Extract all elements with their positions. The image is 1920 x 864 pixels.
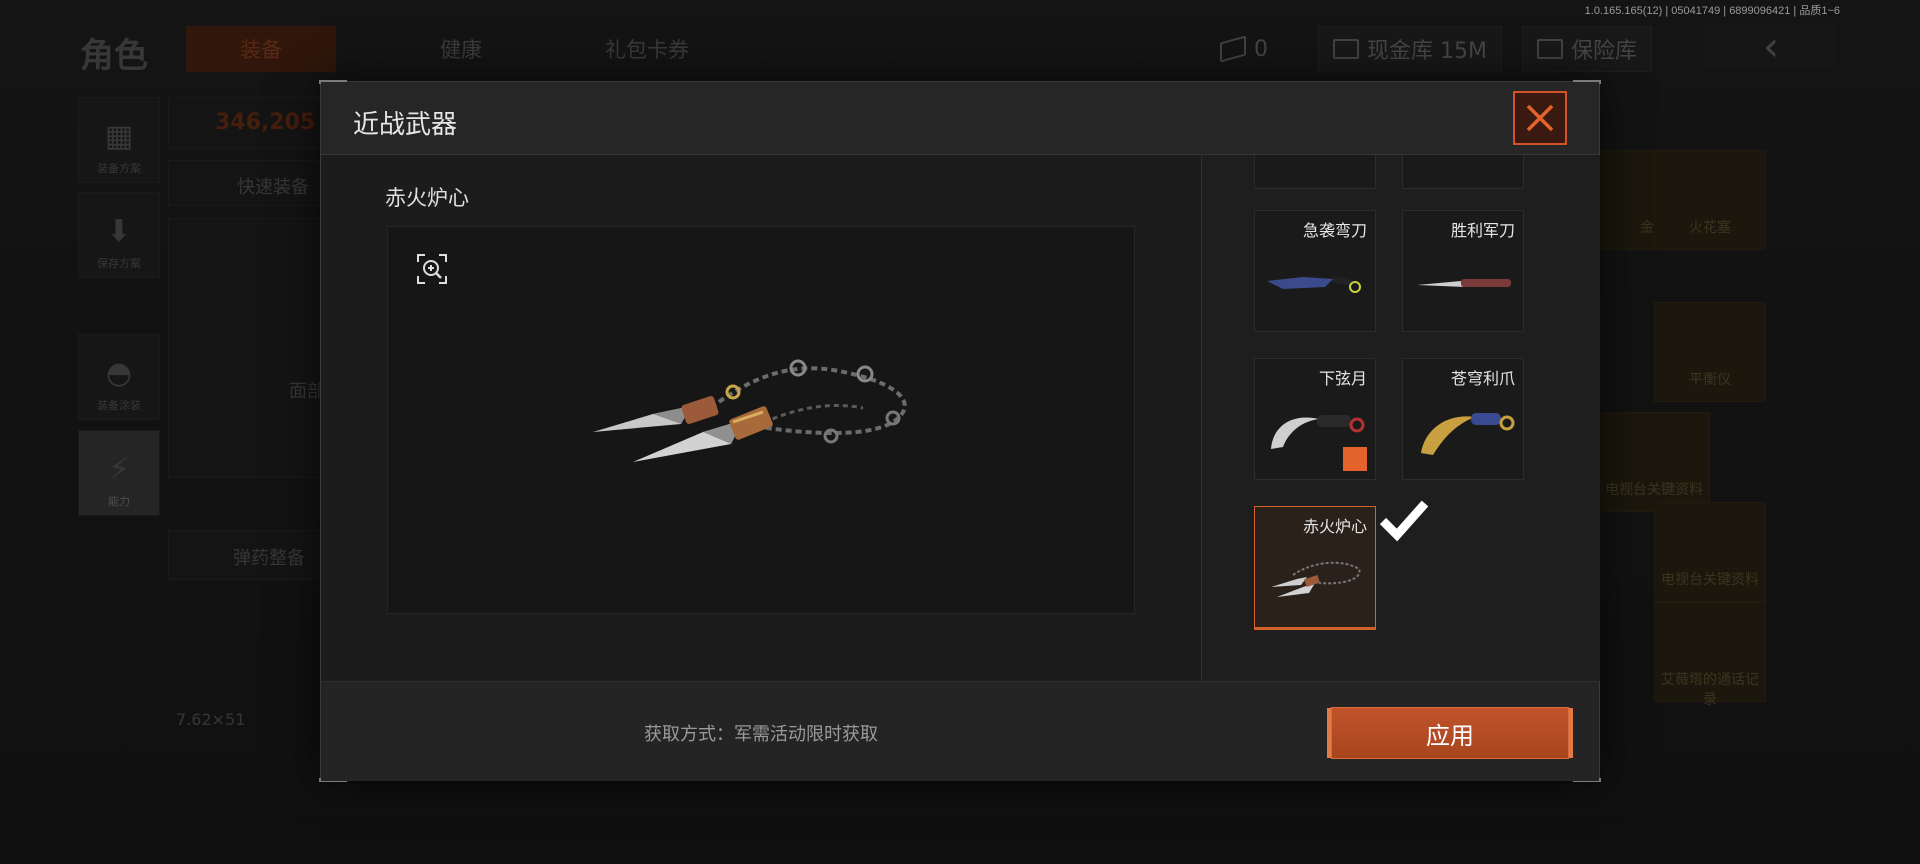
- weapon-card[interactable]: 急袭弯刀: [1254, 210, 1376, 332]
- weapon-card[interactable]: 苍穹利爪: [1402, 358, 1524, 480]
- weapon-thumbnail: [1417, 279, 1511, 287]
- weapon-preview[interactable]: [387, 226, 1135, 614]
- close-button[interactable]: [1513, 91, 1567, 145]
- modal-header: 近战武器: [321, 82, 1599, 155]
- zoom-icon[interactable]: [416, 253, 448, 285]
- weapon-thumbnail: [1271, 561, 1361, 597]
- weapon-card-name: 苍穹利爪: [1450, 369, 1515, 388]
- weapon-card-partial[interactable]: [1254, 155, 1376, 189]
- weapon-card-name: 下弦月: [1318, 369, 1367, 388]
- weapon-card[interactable]: 下弦月: [1254, 358, 1429, 542]
- equipped-check-icon: [1343, 447, 1429, 542]
- melee-weapon-modal: 近战武器 赤火炉心 急袭弯刀 胜利军刀 下弦月 苍穹利爪 赤火炉心 获取方式：军…: [319, 80, 1601, 782]
- weapon-card[interactable]: 胜利军刀: [1402, 210, 1524, 332]
- selected-item-name: 赤火炉心: [385, 186, 469, 210]
- weapon-card-selected[interactable]: 赤火炉心: [1254, 506, 1376, 630]
- weapon-card-name: 胜利军刀: [1450, 221, 1515, 240]
- weapon-card-name: 急袭弯刀: [1302, 221, 1367, 240]
- modal-footer: 获取方式：军需活动限时获取 应用: [321, 681, 1599, 781]
- weapon-card-name: 赤火炉心: [1302, 517, 1367, 536]
- modal-title: 近战武器: [353, 110, 458, 140]
- acquire-method-text: 获取方式：军需活动限时获取: [644, 724, 878, 745]
- weapon-3d-model: [593, 359, 907, 462]
- weapon-thumbnail: [1267, 276, 1361, 293]
- weapon-thumbnail: [1421, 413, 1515, 455]
- apply-button[interactable]: 应用: [1327, 707, 1573, 759]
- close-icon: [1526, 104, 1554, 132]
- weapon-list: 急袭弯刀 胜利军刀 下弦月 苍穹利爪 赤火炉心: [1202, 155, 1600, 681]
- weapon-card-partial[interactable]: [1402, 155, 1524, 189]
